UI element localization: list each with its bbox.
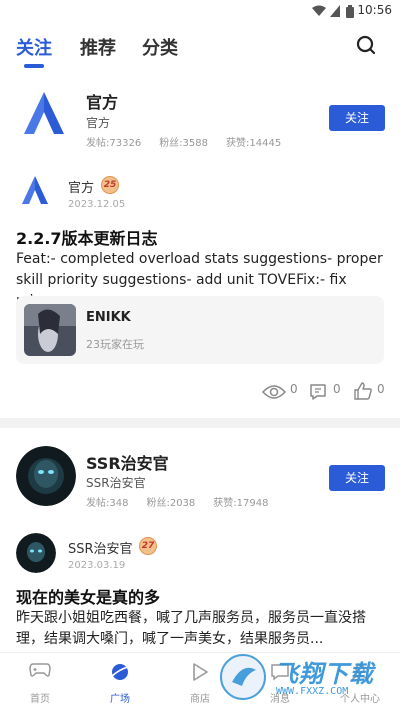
profile-stats: 发帖:73326 粉丝:3588 获赞:14445 bbox=[86, 134, 299, 149]
game-players: 23玩家在玩 bbox=[86, 338, 144, 351]
nav-item-square[interactable]: 广场 bbox=[80, 653, 160, 712]
post-title[interactable]: 2.2.7版本更新日志 bbox=[16, 225, 158, 249]
status-bar: 10:56 bbox=[0, 0, 400, 22]
nav-item-home[interactable]: 首页 bbox=[0, 653, 80, 712]
follow-button[interactable]: 关注 bbox=[329, 465, 385, 491]
post-author-name: 官方 bbox=[68, 181, 95, 196]
gamepad-icon bbox=[29, 663, 51, 677]
game-thumbnail bbox=[24, 304, 76, 356]
eye-icon[interactable] bbox=[262, 384, 286, 400]
views-count: 0 bbox=[290, 382, 298, 396]
comment-icon[interactable] bbox=[309, 383, 327, 401]
watermark-logo-icon bbox=[220, 654, 266, 700]
watermark-text: 飞翔下载 bbox=[274, 660, 374, 688]
official-logo-icon bbox=[16, 84, 76, 144]
tab-recommended[interactable]: 推荐 bbox=[80, 34, 116, 60]
game-card[interactable]: ENIKK 23玩家在玩 bbox=[16, 296, 384, 364]
watermark-url: WWW.FXXZ.COM bbox=[276, 686, 349, 697]
post-author-avatar[interactable] bbox=[16, 533, 56, 573]
search-icon[interactable] bbox=[356, 35, 376, 55]
watermark: 飞翔下载 WWW.FXXZ.COM bbox=[218, 648, 400, 708]
avatar[interactable] bbox=[16, 84, 76, 144]
profile-name: SSR治安官 bbox=[86, 454, 169, 473]
comments-count: 0 bbox=[333, 382, 341, 396]
post-date: 2023.12.05 bbox=[68, 199, 126, 210]
profile-stats: 发帖:348 粉丝:2038 获赞:17948 bbox=[86, 494, 286, 509]
wifi-icon bbox=[312, 5, 326, 16]
play-icon bbox=[193, 663, 208, 681]
thumbs-up-icon[interactable] bbox=[353, 381, 373, 401]
profile-subtitle: 官方 bbox=[86, 116, 111, 130]
nav-label: 首页 bbox=[30, 694, 50, 705]
profile-name: 官方 bbox=[86, 93, 119, 112]
tab-categories[interactable]: 分类 bbox=[142, 34, 178, 60]
post-author-name: SSR治安官 bbox=[68, 542, 133, 557]
tab-following[interactable]: 关注 bbox=[16, 34, 52, 60]
nav-label: 广场 bbox=[110, 694, 130, 705]
official-logo-icon bbox=[16, 170, 56, 210]
fans-count: 粉丝:2038 bbox=[146, 498, 196, 509]
profile-subtitle: SSR治安官 bbox=[86, 476, 146, 490]
level-badge: 25 bbox=[101, 176, 119, 194]
avatar[interactable] bbox=[16, 446, 76, 506]
likes-count: 获赞:17948 bbox=[213, 498, 269, 509]
active-tab-indicator bbox=[24, 64, 44, 68]
posts-count: 发帖:348 bbox=[86, 498, 129, 509]
status-time: 10:56 bbox=[357, 3, 392, 17]
fans-count: 粉丝:3588 bbox=[159, 138, 209, 149]
likes-count-action: 0 bbox=[377, 382, 385, 396]
posts-count: 发帖:73326 bbox=[86, 138, 142, 149]
follow-button[interactable]: 关注 bbox=[329, 105, 385, 131]
game-name: ENIKK bbox=[86, 310, 131, 325]
post-date: 2023.03.19 bbox=[68, 560, 126, 571]
signal-icon bbox=[330, 5, 340, 17]
post-title[interactable]: 现在的美女是真的多 bbox=[16, 584, 160, 608]
section-divider bbox=[0, 418, 400, 428]
battery-icon bbox=[346, 5, 354, 18]
likes-count: 获赞:14445 bbox=[226, 138, 282, 149]
planet-icon bbox=[111, 664, 129, 680]
post-body[interactable]: 昨天跟小姐姐吃西餐，喊了几声服务员，服务员一直没搭理，结果调大嗓门，喊了一声美女… bbox=[16, 608, 386, 650]
level-badge: 27 bbox=[139, 537, 157, 555]
post-author-avatar[interactable] bbox=[16, 170, 56, 210]
